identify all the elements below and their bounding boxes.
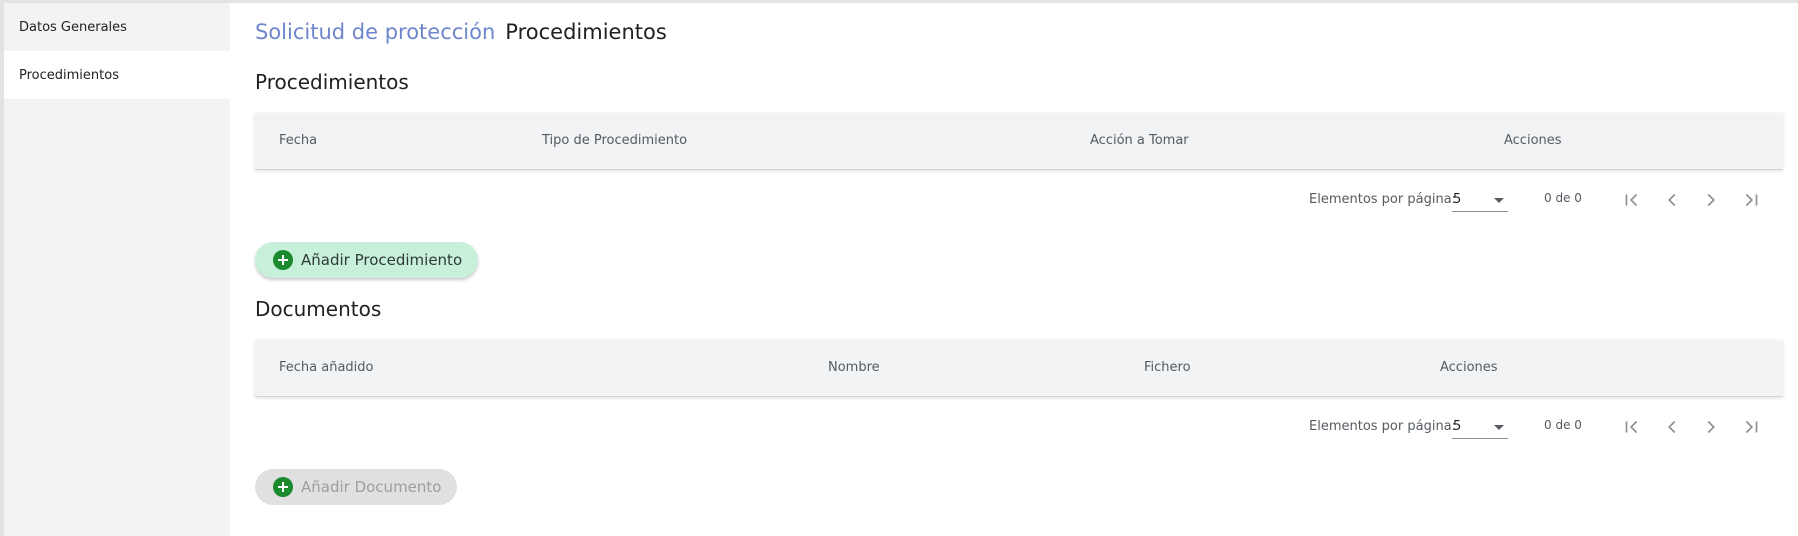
first-page-button[interactable] bbox=[1620, 415, 1644, 439]
procedimientos-table-header: Fecha Tipo de Procedimiento Acción a Tom… bbox=[255, 113, 1783, 170]
column-header-accion-a-tomar[interactable]: Acción a Tomar bbox=[1090, 113, 1189, 169]
column-header-fecha-anadido[interactable]: Fecha añadido bbox=[279, 340, 374, 396]
procedimientos-paginator: Elementos por página: 5 0 de 0 bbox=[255, 180, 1783, 220]
last-page-button[interactable] bbox=[1739, 188, 1763, 212]
column-header-tipo-procedimiento[interactable]: Tipo de Procedimiento bbox=[542, 113, 687, 169]
next-page-button[interactable] bbox=[1699, 415, 1723, 439]
sidebar-item-label: Procedimientos bbox=[19, 67, 119, 83]
last-page-icon bbox=[1745, 420, 1758, 434]
items-per-page-label: Elementos por página: bbox=[1309, 192, 1457, 207]
add-circle-icon bbox=[273, 477, 293, 497]
dropdown-arrow-icon bbox=[1494, 425, 1504, 430]
items-per-page-label: Elementos por página: bbox=[1309, 419, 1457, 434]
column-header-fecha[interactable]: Fecha bbox=[279, 113, 317, 169]
breadcrumb-current: Procedimientos bbox=[505, 20, 667, 44]
breadcrumb-parent-link[interactable]: Solicitud de protección bbox=[255, 20, 495, 44]
page-size-value: 5 bbox=[1453, 192, 1462, 207]
sidebar-item-procedimientos[interactable]: Procedimientos bbox=[4, 51, 230, 99]
first-page-icon bbox=[1625, 420, 1638, 434]
chevron-left-icon bbox=[1668, 193, 1676, 207]
range-label: 0 de 0 bbox=[1544, 191, 1582, 205]
breadcrumb: Solicitud de protección Procedimientos bbox=[255, 20, 667, 44]
sidebar-item-datos-generales[interactable]: Datos Generales bbox=[4, 3, 230, 51]
first-page-button[interactable] bbox=[1620, 188, 1644, 212]
last-page-button[interactable] bbox=[1739, 415, 1763, 439]
add-procedimiento-label: Añadir Procedimiento bbox=[301, 251, 463, 269]
dropdown-arrow-icon bbox=[1494, 198, 1504, 203]
add-procedimiento-button[interactable]: Añadir Procedimiento bbox=[255, 242, 479, 278]
page-size-select[interactable]: 5 bbox=[1452, 188, 1508, 212]
documentos-section-title: Documentos bbox=[255, 297, 382, 321]
chevron-right-icon bbox=[1707, 193, 1715, 207]
add-documento-button[interactable]: Añadir Documento bbox=[255, 469, 458, 505]
column-header-acciones: Acciones bbox=[1504, 133, 1562, 148]
documentos-paginator: Elementos por página: 5 0 de 0 bbox=[255, 407, 1783, 447]
previous-page-button[interactable] bbox=[1660, 415, 1684, 439]
page-size-value: 5 bbox=[1453, 419, 1462, 434]
sidebar: Datos Generales Procedimientos bbox=[4, 3, 230, 536]
procedimientos-section-title: Procedimientos bbox=[255, 70, 409, 94]
previous-page-button[interactable] bbox=[1660, 188, 1684, 212]
page-size-select[interactable]: 5 bbox=[1452, 415, 1508, 439]
add-documento-label: Añadir Documento bbox=[301, 478, 442, 496]
add-circle-icon bbox=[273, 250, 293, 270]
sidebar-item-label: Datos Generales bbox=[19, 19, 127, 35]
chevron-right-icon bbox=[1707, 420, 1715, 434]
column-header-nombre[interactable]: Nombre bbox=[828, 340, 880, 396]
column-header-acciones: Acciones bbox=[1440, 360, 1498, 375]
next-page-button[interactable] bbox=[1699, 188, 1723, 212]
last-page-icon bbox=[1745, 193, 1758, 207]
column-header-fichero[interactable]: Fichero bbox=[1144, 340, 1191, 396]
main-content: Solicitud de protección Procedimientos P… bbox=[255, 3, 1783, 536]
documentos-table-header: Fecha añadido Nombre Fichero Acciones bbox=[255, 340, 1783, 397]
first-page-icon bbox=[1625, 193, 1638, 207]
chevron-left-icon bbox=[1668, 420, 1676, 434]
range-label: 0 de 0 bbox=[1544, 418, 1582, 432]
